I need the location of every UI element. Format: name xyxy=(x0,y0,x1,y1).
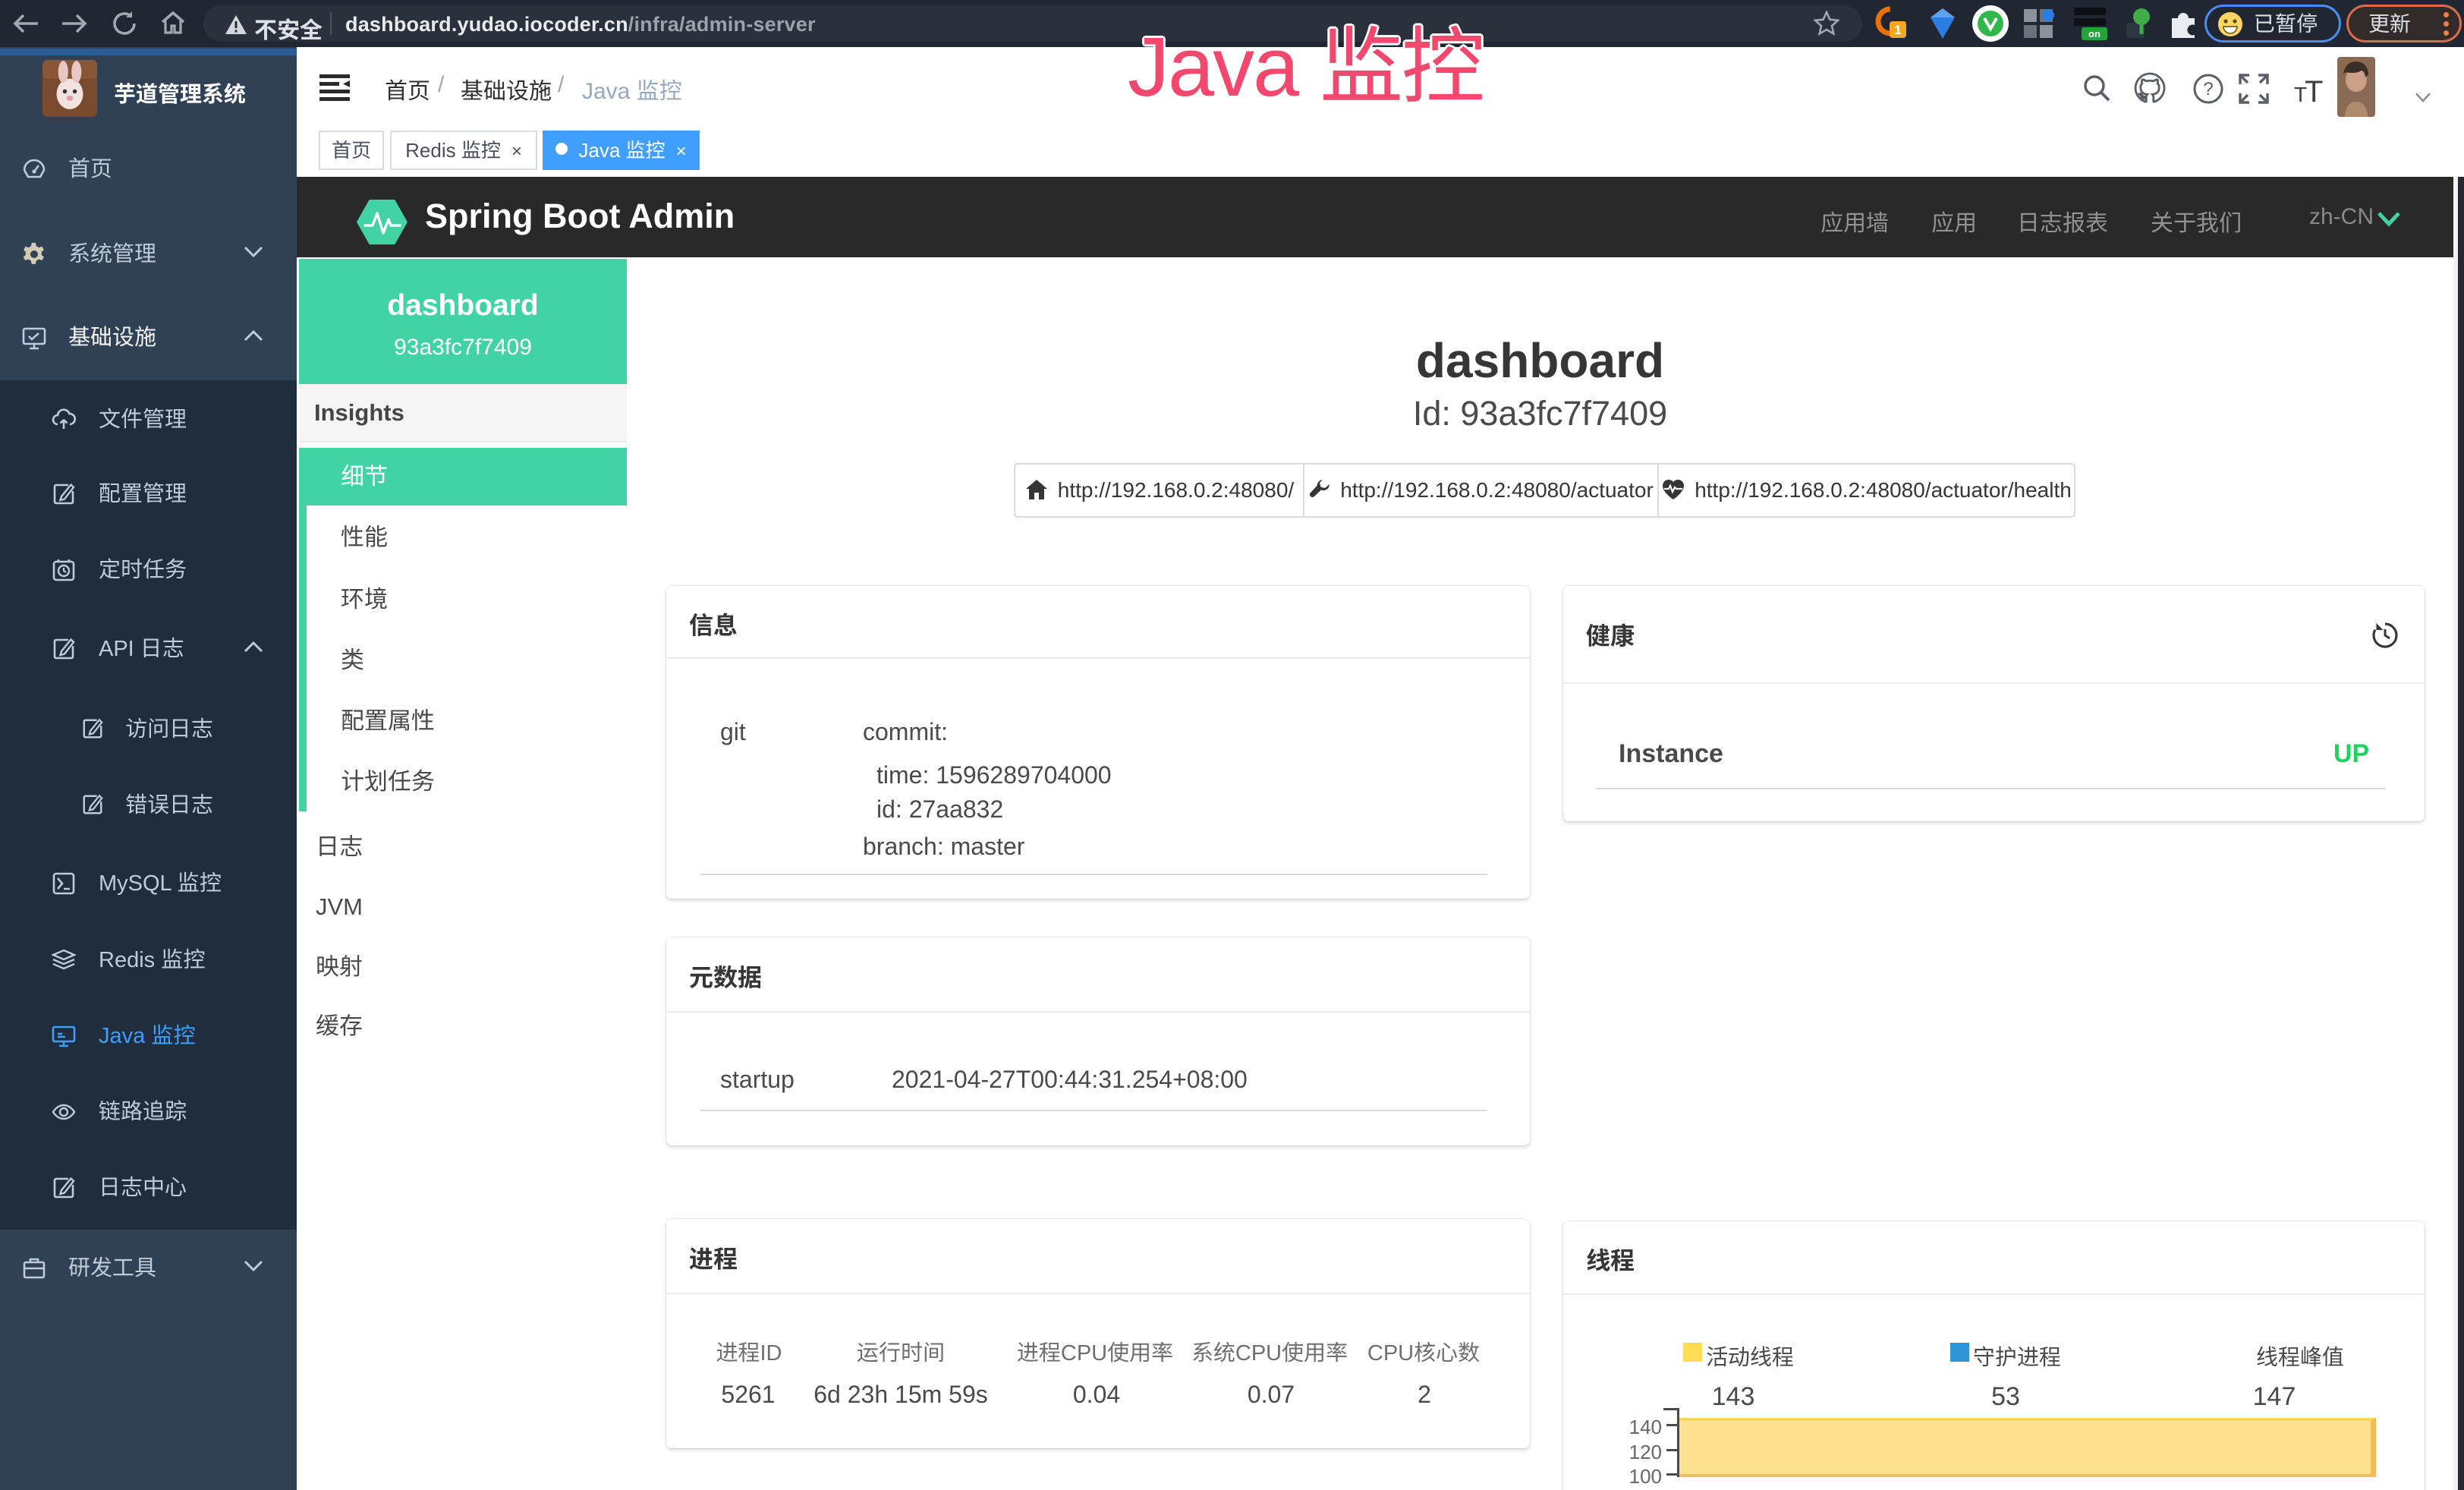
svg-text:?: ? xyxy=(2203,79,2213,99)
svg-text:1: 1 xyxy=(1894,23,1901,37)
svg-text:T: T xyxy=(2305,76,2323,106)
svg-text:on: on xyxy=(2088,28,2101,39)
